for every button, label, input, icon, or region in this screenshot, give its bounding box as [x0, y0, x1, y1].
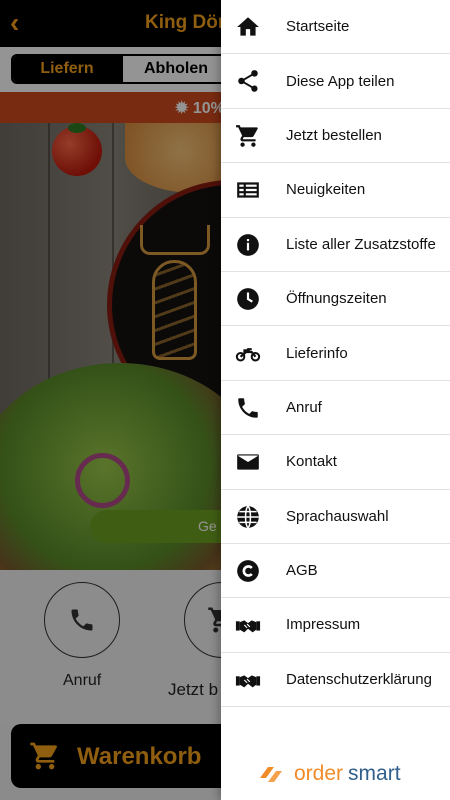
menu-item-contact[interactable]: Kontakt	[221, 435, 450, 490]
brand-logo: order smart	[258, 760, 401, 788]
menu-item-delivery-info[interactable]: Lieferinfo	[221, 326, 450, 381]
cart-icon	[236, 124, 258, 147]
menu-item-additives[interactable]: Liste aller Zusatzstoffe	[221, 218, 450, 272]
menu-label: Sprachauswahl	[286, 507, 389, 525]
handshake-icon	[235, 620, 261, 633]
menu-item-language[interactable]: Sprachauswahl	[221, 490, 450, 544]
menu-item-share[interactable]: Diese App teilen	[221, 54, 450, 109]
menu-item-order-now[interactable]: Jetzt bestellen	[221, 109, 450, 164]
copyright-icon	[237, 560, 259, 582]
menu-item-news[interactable]: Neuigkeiten	[221, 163, 450, 218]
brand-name-part1: order	[294, 762, 344, 785]
menu-item-privacy[interactable]: Datenschutzerklärung	[221, 653, 450, 708]
menu-label: Datenschutzerklärung	[286, 670, 432, 688]
side-menu: Startseite Diese App teilen Jetzt bestel…	[221, 0, 450, 800]
menu-label: Diese App teilen	[286, 72, 395, 90]
menu-label: Startseite	[286, 18, 350, 36]
mail-icon	[237, 454, 259, 470]
menu-label: Impressum	[286, 616, 361, 634]
menu-label: Öffnungszeiten	[286, 290, 387, 308]
menu-label: Jetzt bestellen	[286, 126, 382, 144]
info-icon	[237, 233, 259, 256]
menu-item-imprint[interactable]: Impressum	[221, 598, 450, 653]
menu-item-opening-hours[interactable]: Öffnungszeiten	[221, 272, 450, 327]
motorbike-icon	[235, 348, 261, 362]
handshake-icon	[235, 675, 261, 688]
brand-name-part2: smart	[348, 762, 401, 785]
home-icon	[237, 17, 259, 36]
order-smart-logo-icon	[260, 767, 282, 782]
phone-icon	[238, 397, 258, 418]
menu-label: Neuigkeiten	[286, 181, 366, 199]
menu-item-home[interactable]: Startseite	[221, 0, 450, 55]
news-icon	[237, 182, 259, 198]
menu-label: Kontakt	[286, 453, 337, 471]
share-icon	[238, 70, 258, 93]
menu-label: AGB	[286, 562, 318, 580]
menu-label: Liste aller Zusatzstoffe	[286, 235, 436, 253]
clock-icon	[237, 288, 259, 310]
menu-item-call[interactable]: Anruf	[221, 381, 450, 436]
menu-label: Anruf	[286, 398, 322, 416]
globe-icon	[237, 505, 259, 528]
menu-label: Lieferinfo	[286, 344, 348, 362]
menu-item-terms[interactable]: AGB	[221, 544, 450, 599]
